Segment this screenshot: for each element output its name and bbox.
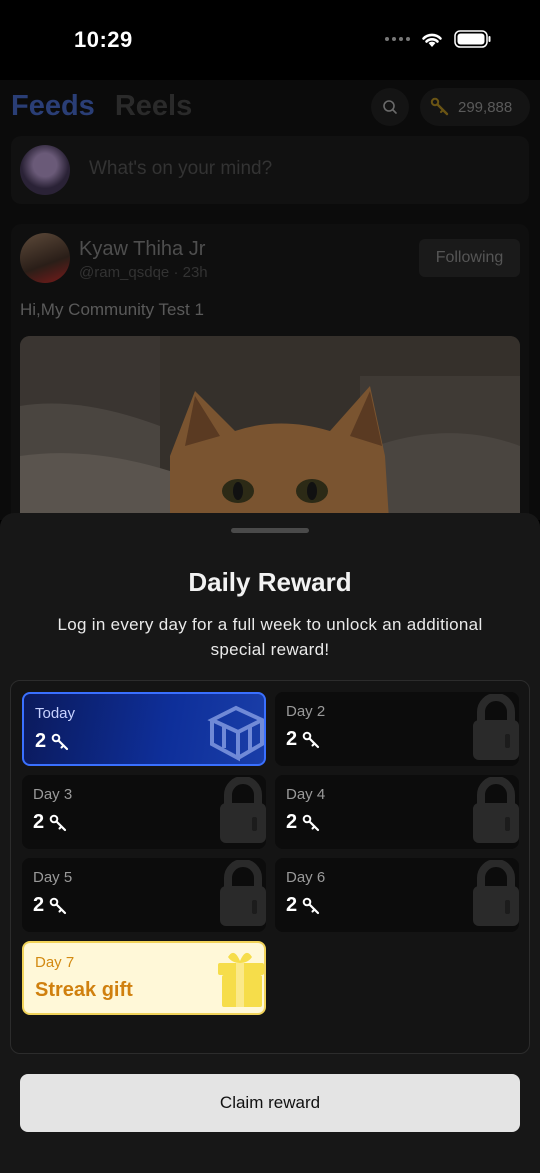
key-icon [302,731,320,748]
streak-gift-label: Streak gift [35,979,133,1001]
avatar [20,145,70,195]
cat-photo [20,336,520,520]
day-label: Day 6 [286,869,326,886]
key-icon [430,97,449,116]
status-bar: 10:29 [0,0,540,80]
day-key-count: 2 [286,811,298,833]
lock-icon [220,860,266,926]
reward-day-4: Day 4 2 [275,775,519,849]
tab-reels[interactable]: Reels [115,90,192,123]
key-icon [302,814,320,831]
reward-day-today[interactable]: Today 2 [22,692,266,766]
lock-icon [473,777,519,843]
day-key-count: 2 [33,894,45,916]
lock-icon [220,777,266,843]
search-button[interactable] [371,88,409,126]
search-icon [383,100,397,114]
avatar[interactable] [20,233,70,283]
reward-day-5: Day 5 2 [22,858,266,932]
following-button[interactable]: Following [419,239,520,277]
battery-icon [454,30,491,48]
tab-feeds[interactable]: Feeds [11,90,95,123]
reward-days-grid: Today 2 Day 2 2 Day 3 2 Day 4 2 Day 5 2 … [10,680,530,1054]
status-time: 10:29 [74,27,133,52]
day-key-count: 2 [286,894,298,916]
key-balance-value: 299,888 [458,98,513,116]
day-label: Day 7 [35,954,75,971]
key-icon [51,733,69,750]
day-label: Day 3 [33,786,73,803]
key-icon [302,897,320,914]
post-composer[interactable]: What's on your mind? [11,136,529,204]
key-balance-pill[interactable]: 299,888 [420,88,530,126]
day-key-count: 2 [35,730,47,752]
day-label: Day 4 [286,786,326,803]
reward-day-2: Day 2 2 [275,692,519,766]
lock-icon [473,694,519,760]
sheet-subtitle: Log in every day for a full week to unlo… [57,615,483,659]
reward-day-3: Day 3 2 [22,775,266,849]
daily-reward-sheet: Daily Reward Log in every day for a full… [0,513,540,1173]
feed-background: Feeds Reels 299,888 What's on your mind?… [0,80,540,520]
post-text: Hi,My Community Test 1 [20,300,204,319]
post-meta: @ram_qsdqe · 23h [79,264,208,281]
lock-icon [473,860,519,926]
key-box-icon [207,705,264,762]
gift-icon [218,952,264,1007]
key-icon [49,897,67,914]
post-image[interactable] [20,336,520,520]
composer-placeholder: What's on your mind? [89,158,273,179]
dynamic-island [193,17,346,62]
post-card: Kyaw Thiha Jr @ram_qsdqe · 23h Following… [11,224,529,520]
reward-day-6: Day 6 2 [275,858,519,932]
key-icon [49,814,67,831]
day-key-count: 2 [33,811,45,833]
sheet-drag-handle[interactable] [231,528,309,533]
cellular-signal-icon [385,37,410,41]
day-label: Today [35,705,76,722]
reward-day-7-streak: Day 7 Streak gift [22,941,266,1015]
wifi-icon [422,33,442,47]
feed-tabs: Feeds Reels [11,90,192,123]
post-author[interactable]: Kyaw Thiha Jr [79,238,205,261]
day-label: Day 2 [286,703,326,720]
claim-reward-button[interactable]: Claim reward [20,1074,520,1132]
day-label: Day 5 [33,869,73,886]
sheet-title: Daily Reward [188,567,352,597]
day-key-count: 2 [286,728,298,750]
